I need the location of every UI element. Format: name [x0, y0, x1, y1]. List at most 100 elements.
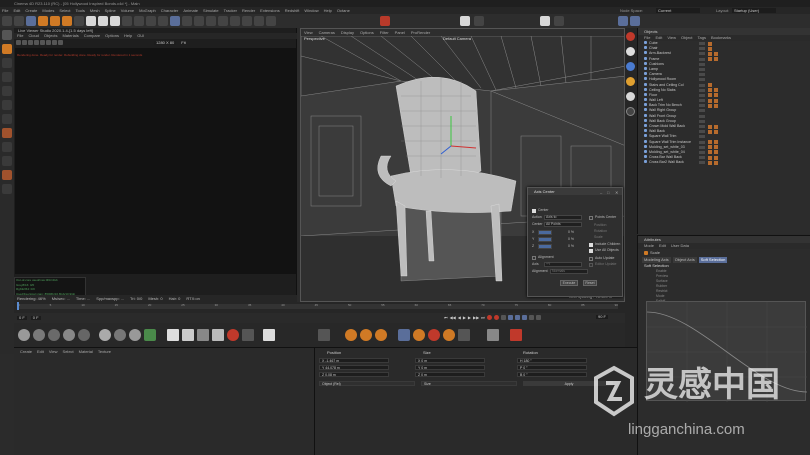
deformer-icon[interactable] [218, 16, 228, 26]
mix-material-icon[interactable] [99, 329, 111, 341]
visibility-toggle[interactable] [699, 125, 705, 128]
pick-material-icon[interactable] [52, 40, 57, 45]
menu-select[interactable]: Select [59, 7, 70, 14]
size-x-field[interactable]: X 0 m [415, 358, 485, 363]
y-axis-lock-icon[interactable] [98, 16, 108, 26]
region-icon[interactable] [40, 40, 45, 45]
points-center-checkbox[interactable]: Points Center [589, 216, 616, 220]
vp-menu-filter[interactable]: Filter [380, 29, 389, 36]
pen-icon[interactable] [182, 16, 192, 26]
checker-icon[interactable] [167, 329, 179, 341]
material-tag-icon[interactable] [708, 51, 712, 56]
vp-menu-prorender[interactable]: ProRender [411, 29, 430, 36]
coordinate-mode-dropdown[interactable]: Object (Rel) [319, 381, 415, 386]
render-settings-icon[interactable] [158, 16, 168, 26]
undo-icon[interactable] [2, 16, 12, 26]
keyframe-selection-icon[interactable] [500, 315, 506, 320]
render-picture-viewer-icon[interactable] [146, 16, 156, 26]
tab-soft-selection[interactable]: Soft Selection [698, 256, 728, 263]
key-param-icon[interactable] [528, 315, 534, 320]
visibility-toggle[interactable] [699, 78, 705, 82]
enable-snap-icon[interactable] [2, 128, 12, 138]
include-children-checkbox[interactable]: Include Children [589, 243, 620, 247]
layered-material-icon[interactable] [129, 329, 141, 341]
octane-clapper-icon[interactable] [510, 329, 522, 341]
visibility-toggle[interactable] [699, 145, 705, 149]
visibility-toggle[interactable] [699, 62, 705, 66]
position-x-field[interactable]: X -1.467 m [319, 358, 389, 363]
menu-simulate[interactable]: Simulate [203, 7, 219, 14]
action-dropdown[interactable]: Axis to [544, 215, 582, 220]
material-sphere-icon[interactable] [48, 329, 60, 341]
octane-tag-icon[interactable] [714, 129, 718, 134]
lv-menu-compare[interactable]: Compare [84, 33, 100, 39]
execute-button[interactable]: Execute [560, 280, 578, 286]
octane-live-viewer-icon[interactable] [460, 16, 470, 26]
coordinate-system-icon[interactable] [122, 16, 132, 26]
attr-menu-user-data[interactable]: User Data [671, 243, 689, 249]
octane-targetlight-icon[interactable] [626, 92, 635, 101]
octane-tag-icon[interactable] [714, 150, 718, 155]
pick-object-icon[interactable] [58, 40, 63, 45]
octane-tag-icon[interactable] [714, 155, 718, 160]
menu-spline[interactable]: Spline [105, 7, 116, 14]
octane-render-icon[interactable] [380, 16, 390, 26]
octane-daylight-icon[interactable] [626, 47, 635, 56]
size-mode-dropdown[interactable]: Size [421, 381, 517, 386]
z-axis-lock-icon[interactable] [110, 16, 120, 26]
attr-menu-mode[interactable]: Mode [644, 243, 654, 249]
mm-menu-create[interactable]: Create [20, 348, 32, 355]
material-sphere-icon[interactable] [33, 329, 45, 341]
pick-focus-icon[interactable] [46, 40, 51, 45]
visibility-toggle[interactable] [699, 73, 705, 77]
polygons-mode-icon[interactable] [2, 100, 12, 110]
visibility-toggle[interactable] [699, 119, 705, 123]
visibility-toggle[interactable] [699, 156, 705, 160]
cloner-icon[interactable] [206, 16, 216, 26]
menu-mograph[interactable]: MoGraph [139, 7, 156, 14]
gradient-icon[interactable] [197, 329, 209, 341]
octane-materials-icon[interactable] [540, 16, 550, 26]
material-tag-icon[interactable] [708, 88, 712, 93]
octane-arealight-icon[interactable] [626, 77, 635, 86]
center-checkbox[interactable]: Center [532, 209, 549, 213]
camera-icon[interactable] [254, 16, 264, 26]
mm-menu-view[interactable]: View [49, 348, 58, 355]
transform-icon[interactable] [318, 329, 330, 341]
material-tag-icon[interactable] [708, 103, 712, 108]
menu-tracker[interactable]: Tracker [224, 7, 237, 14]
octane-kernel-icon[interactable] [413, 329, 425, 341]
visibility-toggle[interactable] [699, 52, 705, 56]
rotation-h-field[interactable]: H 180 ° [517, 358, 587, 363]
visibility-toggle[interactable] [699, 135, 705, 139]
light-icon[interactable] [266, 16, 276, 26]
menu-help[interactable]: Help [324, 7, 332, 14]
material-tag-icon[interactable] [708, 160, 712, 165]
composite-material-icon[interactable] [114, 329, 126, 341]
octane-tag-icon[interactable] [714, 51, 718, 56]
octane-environment-tag-icon[interactable] [375, 329, 387, 341]
octane-tag-icon[interactable] [714, 88, 718, 93]
lock-workplane-icon[interactable] [2, 156, 12, 166]
center-dropdown[interactable]: All Points [544, 222, 582, 227]
menu-extensions[interactable]: Extensions [260, 7, 280, 14]
material-tag-icon[interactable] [708, 145, 712, 150]
render-view-icon[interactable] [134, 16, 144, 26]
octane-aov-icon[interactable] [458, 329, 470, 341]
material-tag-icon[interactable] [708, 46, 712, 51]
rotate-tool-icon[interactable] [62, 16, 72, 26]
record-icon[interactable] [486, 315, 492, 320]
position-z-field[interactable]: Z 0.08 m [319, 372, 389, 377]
visibility-toggle[interactable] [699, 47, 705, 51]
send-scene-icon[interactable] [16, 40, 21, 45]
close-icon[interactable]: ✕ [615, 189, 618, 196]
resolution-dropdown[interactable]: 1280 X 80 [154, 40, 177, 45]
octane-object-tag-icon[interactable] [227, 329, 239, 341]
displacement-icon[interactable] [242, 329, 254, 341]
menu-modes[interactable]: Modes [42, 7, 54, 14]
lv-menu-objects[interactable]: Objects [44, 33, 58, 39]
start-frame-field[interactable]: 0 F [17, 316, 27, 320]
visibility-toggle[interactable] [699, 114, 705, 118]
menu-animate[interactable]: Animate [183, 7, 198, 14]
key-scale-icon[interactable] [521, 315, 527, 320]
